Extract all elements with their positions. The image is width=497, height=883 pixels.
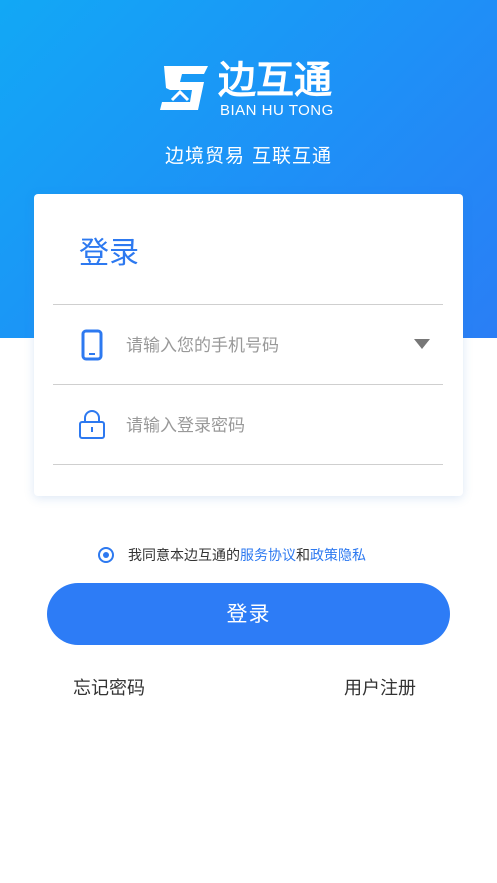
login-card: 登录 <box>34 194 463 496</box>
logo-mark-icon <box>160 66 208 110</box>
register-link[interactable]: 用户注册 <box>344 674 416 700</box>
service-agreement-link[interactable]: 服务协议 <box>240 548 296 564</box>
triangle-down-icon[interactable] <box>414 339 430 349</box>
agreement-prefix: 我同意本边互通的 <box>128 548 240 564</box>
divider <box>53 304 443 305</box>
radio-checked-dot <box>103 552 109 558</box>
forgot-password-link[interactable]: 忘记密码 <box>73 674 145 700</box>
slogan: 边境贸易 互联互通 <box>164 145 333 167</box>
login-button[interactable]: 登录 <box>47 583 450 645</box>
app-logo: 边互通 BIAN HU TONG <box>158 58 348 122</box>
divider <box>53 464 443 465</box>
phone-icon <box>81 329 103 361</box>
agreement-text: 我同意本边互通的服务协议和政策隐私 <box>128 546 366 566</box>
agreement-conjunction: 和 <box>296 548 310 564</box>
phone-input[interactable] <box>126 331 396 361</box>
login-title: 登录 <box>79 236 139 271</box>
divider <box>53 384 443 385</box>
brand-name-cn: 边互通 <box>218 58 333 102</box>
password-input[interactable] <box>126 411 396 441</box>
lock-icon <box>79 410 105 439</box>
brand-name-en: BIAN HU TONG <box>220 102 334 119</box>
privacy-policy-link[interactable]: 政策隐私 <box>310 548 366 564</box>
agree-radio[interactable] <box>98 547 114 563</box>
